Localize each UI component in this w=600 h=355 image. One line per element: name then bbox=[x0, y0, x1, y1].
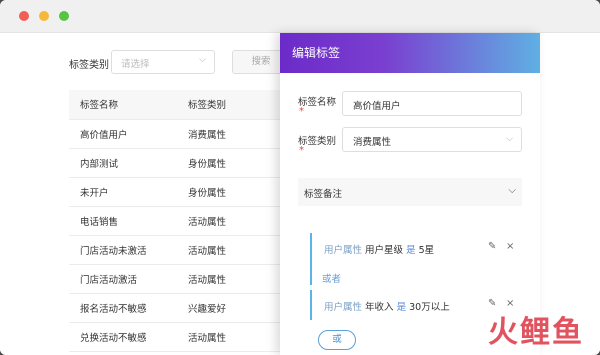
pencil-icon[interactable]: ✎ bbox=[488, 241, 496, 252]
table-row[interactable]: 高价值用户 消费属性 bbox=[69, 119, 284, 149]
table-row[interactable]: 门店活动未激活 活动属性 bbox=[69, 235, 284, 265]
chevron-down-icon: ⌵ bbox=[508, 185, 516, 196]
rule-field: 年收入 bbox=[365, 302, 394, 313]
tag-name-cell: 高价值用户 bbox=[69, 119, 177, 149]
rule-item: 用户属性 用户星级 是 5星 ✎ × bbox=[310, 233, 520, 263]
column-header-name: 标签名称 bbox=[69, 90, 177, 120]
tag-category-cell: 活动属性 bbox=[177, 206, 284, 236]
chevron-down-icon: ⌵ bbox=[506, 134, 513, 144]
table-row[interactable]: 未开户 身份属性 bbox=[69, 177, 284, 207]
rule-attr: 用户属性 bbox=[324, 245, 363, 256]
required-mark: * bbox=[299, 106, 304, 117]
table-row[interactable]: 电话销售 活动属性 bbox=[69, 206, 284, 236]
tag-category-cell: 活动属性 bbox=[177, 264, 284, 294]
table-row[interactable]: 内部测试 身份属性 bbox=[69, 148, 284, 178]
tag-name-input[interactable]: 高价值用户 bbox=[342, 91, 522, 116]
table-row[interactable]: 报名活动不敏感 兴趣爱好 bbox=[69, 293, 284, 323]
rule-field: 用户星级 bbox=[365, 245, 404, 256]
tag-remark-label: 标签备注 bbox=[304, 189, 343, 200]
tag-category-cell: 活动属性 bbox=[177, 235, 284, 265]
brand-logo: 火鲤鱼 bbox=[488, 315, 584, 350]
required-mark: * bbox=[299, 145, 304, 156]
filter-category-placeholder: 请选择 bbox=[121, 59, 150, 70]
tag-category-cell: 身份属性 bbox=[177, 148, 284, 178]
close-window-button[interactable] bbox=[19, 11, 29, 21]
rule-operator: 是 bbox=[396, 302, 407, 313]
chevron-down-icon: ⌵ bbox=[199, 55, 206, 65]
rule-attr: 用户属性 bbox=[324, 302, 363, 313]
rule-value: 5星 bbox=[418, 245, 435, 256]
tag-category-select[interactable]: 消费属性 ⌵ bbox=[342, 127, 522, 152]
close-icon[interactable]: × bbox=[506, 241, 514, 252]
add-or-rule-button[interactable]: 或 bbox=[318, 330, 356, 350]
tag-name-cell: 未开户 bbox=[69, 177, 177, 207]
tag-name-cell: 兑换活动不敏感 bbox=[69, 322, 177, 352]
rule-operator: 是 bbox=[406, 245, 416, 256]
rule-connector bbox=[310, 263, 520, 285]
maximize-window-button[interactable] bbox=[59, 11, 69, 21]
tag-category-cell: 消费属性 bbox=[177, 119, 284, 149]
tag-category-cell: 兴趣爱好 bbox=[177, 293, 284, 323]
minimize-window-button[interactable] bbox=[39, 11, 49, 21]
tag-category-cell: 身份属性 bbox=[177, 177, 284, 207]
filter-category-select[interactable]: 请选择 ⌵ bbox=[111, 50, 215, 74]
column-header-category: 标签类别 bbox=[177, 90, 284, 120]
drawer-title: 编辑标签 bbox=[280, 33, 540, 73]
table-row[interactable]: 门店活动激活 活动属性 bbox=[69, 264, 284, 294]
tag-remark-collapse[interactable]: 标签备注 ⌵ bbox=[298, 178, 522, 206]
filter-category-label: 标签类别 bbox=[69, 60, 109, 71]
title-bar bbox=[0, 0, 600, 33]
tag-table: 标签名称 标签类别 高价值用户 消费属性 内部测试 身份属性 未开户 身份属性 电话销… bbox=[69, 90, 284, 352]
table-header-row: 标签名称 标签类别 bbox=[69, 90, 284, 120]
tag-name-cell: 电话销售 bbox=[69, 206, 177, 236]
tag-name-cell: 内部测试 bbox=[69, 148, 177, 178]
or-connector-text: 或者 bbox=[322, 274, 342, 285]
tag-name-cell: 门店活动激活 bbox=[69, 264, 177, 294]
app-window: 标签类别 请选择 ⌵ 搜索 标签名称 标签类别 高价值用户 消费属性 内部测试 身份… bbox=[0, 0, 600, 355]
tag-name-cell: 报名活动不敏感 bbox=[69, 293, 177, 323]
tag-name-cell: 门店活动未激活 bbox=[69, 235, 177, 265]
tag-category-cell: 活动属性 bbox=[177, 322, 284, 352]
tag-category-value: 消费属性 bbox=[353, 137, 392, 148]
table-row[interactable]: 兑换活动不敏感 活动属性 bbox=[69, 322, 284, 352]
rule-value: 30万以上 bbox=[409, 302, 450, 313]
